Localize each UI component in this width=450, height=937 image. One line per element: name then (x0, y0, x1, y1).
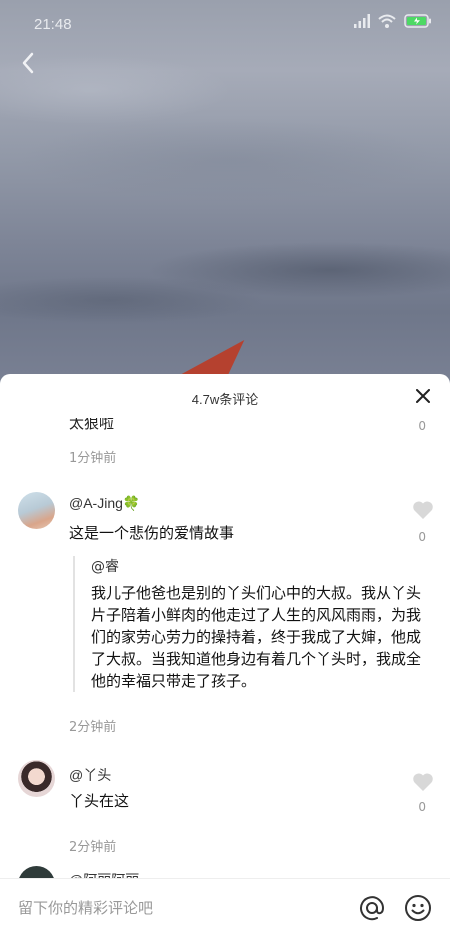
like-count: 0 (418, 800, 426, 814)
comment-list[interactable]: 太狠啦 0 1分钟前 @A-Jing🍀 这是一个悲伤的爱情故事 0 @睿 我儿子… (0, 418, 450, 878)
comment-username[interactable]: @丫头 (69, 765, 111, 785)
mention-button[interactable] (358, 894, 386, 922)
battery-charging-icon (404, 14, 431, 28)
chevron-left-icon (22, 52, 34, 74)
quoted-author[interactable]: @睿 (91, 556, 423, 576)
comment-text: 这是一个悲伤的爱情故事 (69, 524, 235, 542)
like-count: 0 (418, 419, 426, 433)
heart-icon (413, 773, 433, 791)
status-bar: 21:48 (0, 0, 450, 48)
heart-icon (413, 501, 433, 519)
like-count: 0 (418, 530, 426, 544)
comments-header: 4.7w条评论 (0, 374, 450, 418)
status-icons (354, 14, 432, 28)
quoted-text: 我儿子他爸也是别的丫头们心中的大叔。我从丫头片子陪着小鲜肉的他走过了人生的风风雨… (91, 584, 422, 690)
avatar[interactable] (18, 866, 55, 878)
comment-input[interactable] (18, 893, 318, 923)
close-icon (416, 389, 430, 403)
comments-count-title: 4.7w条评论 (191, 392, 259, 407)
video-player[interactable] (0, 0, 450, 390)
quoted-reply: @睿 我儿子他爸也是别的丫头们心中的大叔。我从丫头片子陪着小鲜肉的他走过了人生的… (73, 556, 423, 692)
status-time: 21:48 (34, 16, 72, 33)
at-icon (360, 896, 385, 921)
comment-text: 太狠啦 (69, 418, 115, 432)
comment-text: 丫头在这 (69, 792, 130, 810)
close-button[interactable] (416, 389, 430, 403)
comment-input-bar (0, 878, 450, 937)
comment-username[interactable]: @A-Jing🍀 (69, 495, 140, 512)
emoji-icon (405, 895, 431, 921)
like-button[interactable] (412, 772, 434, 792)
comment-time: 2分钟前 (69, 720, 117, 735)
signal-icon (354, 14, 370, 28)
back-button[interactable] (14, 48, 44, 78)
like-button[interactable] (412, 500, 434, 520)
comments-sheet: 4.7w条评论 太狠啦 0 1分钟前 @A-Jing🍀 这是一个悲伤的爱情故事 … (0, 374, 450, 937)
wifi-icon (378, 14, 396, 28)
comment-time: 2分钟前 (69, 840, 117, 855)
comment-time: 1分钟前 (69, 451, 117, 466)
avatar[interactable] (18, 492, 55, 529)
comment-username[interactable]: @阿丽阿丽 (69, 870, 139, 878)
emoji-button[interactable] (404, 894, 432, 922)
avatar[interactable] (18, 760, 55, 797)
